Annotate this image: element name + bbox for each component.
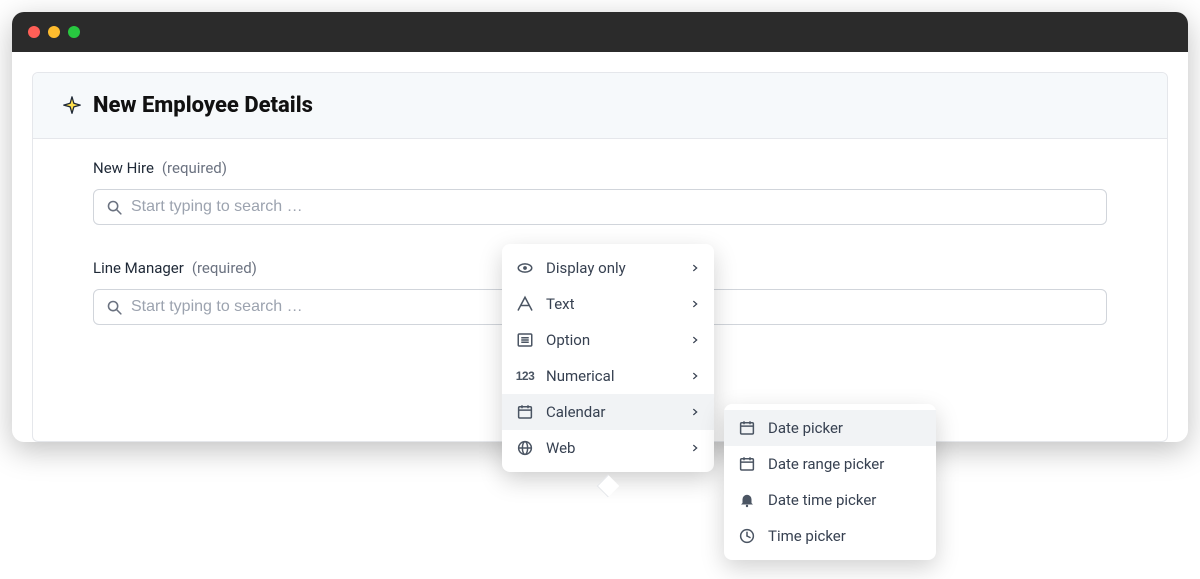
submenu-item-time-picker[interactable]: Time picker: [724, 518, 936, 554]
menu-label: Date time picker: [768, 491, 922, 509]
menu-item-option[interactable]: Option: [502, 322, 714, 358]
new-hire-search-input[interactable]: [131, 198, 1094, 216]
menu-label: Text: [546, 295, 678, 313]
chevron-right-icon: [690, 335, 700, 345]
popover-arrow-icon: [597, 475, 620, 498]
calendar-icon: [738, 419, 756, 437]
search-icon: [106, 299, 123, 316]
menu-item-display-only[interactable]: Display only: [502, 250, 714, 286]
eye-icon: [516, 259, 534, 277]
calendar-icon: [516, 403, 534, 421]
maximize-window-button[interactable]: [68, 26, 80, 38]
field-label: New Hire: [93, 159, 154, 177]
submenu-item-date-range-picker[interactable]: Date range picker: [724, 446, 936, 482]
text-icon: [516, 295, 534, 313]
bell-icon: [738, 491, 756, 509]
search-input-wrap[interactable]: [93, 189, 1107, 225]
panel-title: New Employee Details: [93, 93, 313, 118]
titlebar: [12, 12, 1188, 52]
clock-icon: [738, 527, 756, 545]
close-window-button[interactable]: [28, 26, 40, 38]
minimize-window-button[interactable]: [48, 26, 60, 38]
globe-icon: [516, 439, 534, 457]
menu-label: Option: [546, 331, 678, 349]
chevron-right-icon: [690, 263, 700, 273]
menu-item-numerical[interactable]: 123 Numerical: [502, 358, 714, 394]
numbers-icon: 123: [516, 367, 534, 385]
panel-header: New Employee Details: [33, 73, 1167, 139]
app-window: New Employee Details New Hire (required): [12, 12, 1188, 442]
menu-label: Time picker: [768, 527, 922, 545]
calendar-icon: [738, 455, 756, 473]
field-new-hire: New Hire (required): [93, 159, 1107, 225]
menu-label: Date range picker: [768, 455, 922, 473]
chevron-right-icon: [690, 407, 700, 417]
chevron-right-icon: [690, 371, 700, 381]
field-required-text: (required): [162, 159, 227, 177]
search-icon: [106, 199, 123, 216]
element-type-menu: Display only Text Option 123 Numerical: [502, 244, 714, 472]
chevron-right-icon: [690, 443, 700, 453]
menu-item-text[interactable]: Text: [502, 286, 714, 322]
menu-label: Display only: [546, 259, 678, 277]
field-label-row: New Hire (required): [93, 159, 1107, 177]
content-area: New Employee Details New Hire (required): [12, 72, 1188, 442]
field-label: Line Manager: [93, 259, 184, 277]
menu-label: Calendar: [546, 403, 678, 421]
submenu-item-date-time-picker[interactable]: Date time picker: [724, 482, 936, 518]
calendar-submenu: Date picker Date range picker Date time …: [724, 404, 936, 560]
sparkle-icon: [61, 95, 83, 117]
list-icon: [516, 331, 534, 349]
menu-item-web[interactable]: Web: [502, 430, 714, 466]
menu-label: Numerical: [546, 367, 678, 385]
submenu-item-date-picker[interactable]: Date picker: [724, 410, 936, 446]
chevron-right-icon: [690, 299, 700, 309]
menu-label: Date picker: [768, 419, 922, 437]
menu-item-calendar[interactable]: Calendar: [502, 394, 714, 430]
field-required-text: (required): [192, 259, 257, 277]
menu-label: Web: [546, 439, 678, 457]
